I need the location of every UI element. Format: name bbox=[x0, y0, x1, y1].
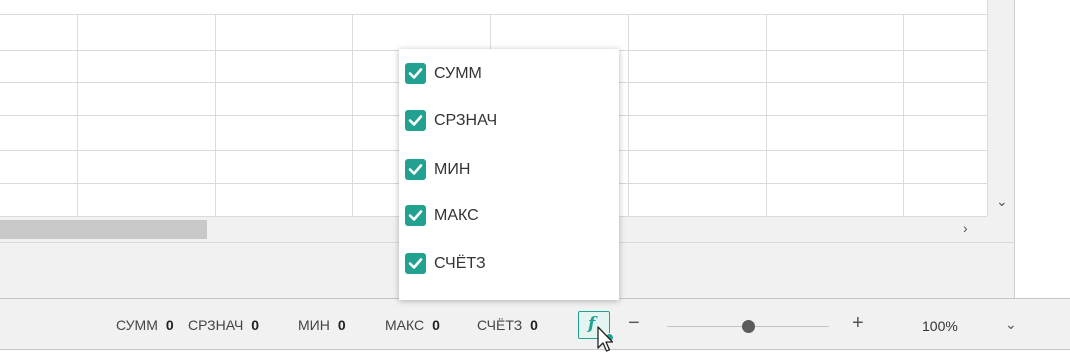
zoom-slider-thumb[interactable] bbox=[742, 320, 755, 333]
grid-column-line bbox=[903, 14, 904, 216]
menu-item-label: СРЗНАЧ bbox=[434, 112, 498, 129]
checkbox-checked-icon[interactable] bbox=[405, 63, 426, 84]
stat-sum-value: 0 bbox=[165, 317, 174, 333]
zoom-value: 100% bbox=[922, 318, 958, 334]
grid-column-line bbox=[628, 14, 629, 216]
grid-column-line bbox=[77, 14, 78, 216]
status-bar: СУММ 0 СРЗНАЧ 0 МИН 0 МАКС 0 СЧЁТЗ 0 f − + 10… bbox=[0, 298, 1070, 350]
checkbox-checked-icon[interactable] bbox=[405, 205, 426, 226]
stat-min-value: 0 bbox=[337, 317, 346, 333]
window-edge bbox=[1014, 0, 1015, 298]
checkbox-checked-icon[interactable] bbox=[405, 110, 426, 131]
menu-item-min[interactable]: МИН bbox=[405, 157, 605, 181]
grid-column-line bbox=[215, 14, 216, 216]
checkbox-checked-icon[interactable] bbox=[405, 253, 426, 274]
stat-average-value: 0 bbox=[251, 317, 260, 333]
menu-item-average[interactable]: СРЗНАЧ bbox=[405, 108, 605, 132]
grid-column-line bbox=[352, 14, 353, 216]
mouse-pointer-icon bbox=[597, 326, 614, 352]
menu-item-label: СУММ bbox=[434, 65, 482, 82]
grid-column-line bbox=[766, 14, 767, 216]
menu-item-count[interactable]: СЧЁТЗ bbox=[405, 251, 605, 275]
stat-max-value: 0 bbox=[432, 317, 440, 333]
stat-max: МАКС 0 bbox=[385, 317, 440, 333]
menu-item-label: МАКС bbox=[434, 207, 479, 224]
menu-item-label: СЧЁТЗ bbox=[434, 255, 486, 272]
stat-count-value: 0 bbox=[530, 317, 538, 333]
menu-item-label: МИН bbox=[434, 161, 471, 178]
chevron-down-icon[interactable]: ⌄ bbox=[1005, 316, 1017, 333]
menu-item-max[interactable]: МАКС bbox=[405, 203, 605, 227]
zoom-out-button[interactable]: − bbox=[628, 313, 640, 333]
stat-average: СРЗНАЧ 0 bbox=[188, 317, 259, 333]
stat-min-label: МИН bbox=[298, 317, 330, 333]
function-icon: f bbox=[588, 314, 596, 334]
stat-count: СЧЁТЗ 0 bbox=[477, 317, 538, 333]
stat-sum: СУММ 0 bbox=[116, 317, 174, 333]
checkbox-checked-icon[interactable] bbox=[405, 159, 426, 180]
zoom-slider[interactable] bbox=[667, 320, 829, 333]
stat-sum-label: СУММ bbox=[116, 317, 158, 333]
scroll-corner: › bbox=[963, 216, 1014, 242]
scroll-down-icon[interactable]: ⌄ bbox=[996, 194, 1008, 208]
menu-item-sum[interactable]: СУММ bbox=[405, 61, 605, 85]
stat-min: МИН 0 bbox=[298, 317, 346, 333]
horizontal-scroll-thumb[interactable] bbox=[0, 220, 207, 239]
stat-count-label: СЧЁТЗ bbox=[477, 317, 523, 333]
grid-row-line bbox=[0, 14, 987, 15]
zoom-in-button[interactable]: + bbox=[852, 313, 864, 333]
vertical-scrollbar[interactable]: ⌄ bbox=[987, 0, 1014, 216]
stat-max-label: МАКС bbox=[385, 317, 425, 333]
stat-average-label: СРЗНАЧ bbox=[188, 317, 244, 333]
function-menu: СУММ СРЗНАЧ МИН МАКС СЧЁТЗ bbox=[399, 49, 619, 300]
scroll-right-icon[interactable]: › bbox=[963, 221, 968, 235]
